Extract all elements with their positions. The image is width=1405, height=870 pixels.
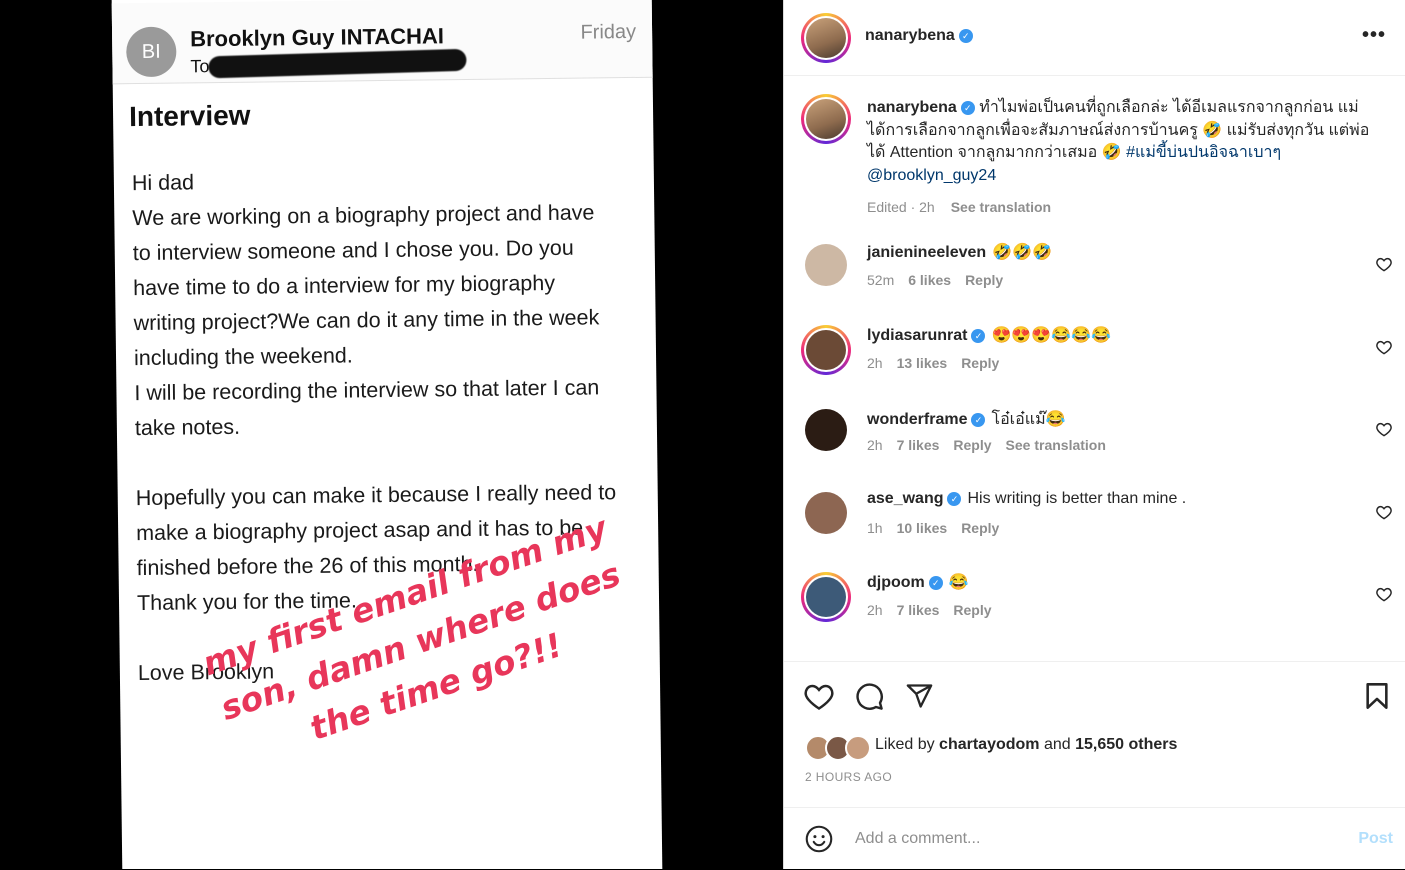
comment-time: 2h [867,437,883,453]
reply-button[interactable]: Reply [953,437,991,453]
commenter-avatar[interactable] [801,572,851,622]
comment-item: janienineeleven 🤣🤣🤣 52m 6 likes Reply [784,242,1405,312]
like-heart-icon[interactable] [804,682,834,710]
comment-meta: 2h 7 likes Reply [867,602,1006,618]
caption-username[interactable]: nanarybena [867,99,957,116]
see-translation-link[interactable]: See translation [1006,437,1106,453]
caption-edited-time: Edited · 2h [867,199,935,215]
comment-likes[interactable]: 13 likes [897,355,948,371]
email-header: BI Brooklyn Guy INTACHAI To: Friday [111,0,653,85]
comment-likes[interactable]: 6 likes [908,272,951,288]
comment-time: 1h [867,520,883,536]
verified-icon: ✓ [971,328,986,343]
post-caption: nanarybena ✓ ทำไมพ่อเป็นคนที่ถูกเลือกล่ะ … [867,97,1382,219]
comment-icon[interactable] [855,682,884,711]
like-comment-heart-icon[interactable] [1376,504,1392,520]
author-avatar[interactable] [801,13,851,63]
caption-hashtag[interactable]: #แม่ขี้บ่นปนอิจฉาเบาๆ [1126,144,1281,161]
reply-button[interactable]: Reply [961,520,999,536]
verified-icon: ✓ [960,100,975,115]
caption-mention[interactable]: @brooklyn_guy24 [867,167,996,184]
email-date: Friday [580,20,637,44]
commenter-avatar[interactable] [801,325,851,375]
sender-avatar: BI [125,26,177,78]
comment-text: โอ๋เอ๋แม๊😂 [991,411,1066,428]
email-body-line: writing project?We can do it any time in… [133,305,600,336]
comment-item: lydiasarunrat ✓ 😍😍😍😂😂😂 2h 13 likes Reply [784,325,1405,395]
comment-meta: 2h 13 likes Reply [867,355,1013,371]
comment-item: djpoom ✓ 😂 2h 7 likes Reply [784,572,1405,642]
verified-icon: ✓ [928,575,943,590]
caption-avatar[interactable] [801,94,851,144]
like-comment-heart-icon[interactable] [1376,256,1392,272]
verified-icon: ✓ [971,412,986,427]
see-translation-link[interactable]: See translation [951,199,1051,215]
comment-text-line: janienineeleven 🤣🤣🤣 [867,242,1052,262]
email-subject: Interview [128,99,251,133]
comment-item: wonderframe ✓ โอ๋เอ๋แม๊😂 2h 7 likes Reply See … [784,407,1405,477]
sender-name: Brooklyn Guy INTACHAI [189,23,445,52]
more-options-icon[interactable]: ••• [1362,24,1386,47]
comment-likes[interactable]: 10 likes [897,520,948,536]
comment-meta: 2h 7 likes Reply See translation [867,437,1120,453]
verified-icon: ✓ [947,491,962,506]
share-send-icon[interactable] [905,682,934,710]
commenter-avatar[interactable] [805,244,847,286]
comment-text-line: wonderframe ✓ โอ๋เอ๋แม๊😂 [867,407,1066,432]
reply-button[interactable]: Reply [965,272,1003,288]
commenter-username[interactable]: wonderframe [867,411,967,428]
comment-meta: 52m 6 likes Reply [867,272,1017,288]
comment-likes[interactable]: 7 likes [897,437,940,453]
liker-username[interactable]: chartayodom [939,736,1039,753]
like-comment-heart-icon[interactable] [1376,339,1392,355]
add-comment-bar: Add a comment... Post [784,807,1405,870]
commenter-username[interactable]: lydiasarunrat [867,327,967,344]
redaction-scribble [208,48,467,79]
comment-text: His writing is better than mine . [967,490,1187,507]
reply-button[interactable]: Reply [953,602,991,618]
post-sidebar: nanarybena ✓ ••• nanarybena ✓ ทำไมพ่อเป็นค… [783,0,1405,869]
comment-text-line: ase_wang ✓ His writing is better than mine… [867,490,1186,508]
liker-avatar[interactable] [845,735,871,761]
comment-item: ase_wang ✓ His writing is better than mine… [784,490,1405,560]
comment-likes[interactable]: 7 likes [897,602,940,618]
comment-text-line: lydiasarunrat ✓ 😍😍😍😂😂😂 [867,325,1111,345]
like-comment-heart-icon[interactable] [1376,586,1392,602]
like-comment-heart-icon[interactable] [1376,421,1392,437]
comment-text-line: djpoom ✓ 😂 [867,572,969,592]
author-username[interactable]: nanarybena ✓ [865,27,973,45]
email-body-line: I will be recording the interview so tha… [134,375,600,406]
comment-text: 😂 [948,574,969,591]
post-time: 2 HOURS AGO [805,770,893,784]
commenter-username[interactable]: ase_wang [867,490,943,507]
reply-button[interactable]: Reply [961,355,999,371]
comment-input[interactable]: Add a comment... [855,830,980,848]
commenter-username[interactable]: janienineeleven [867,244,986,261]
caption-meta: Edited · 2h See translation [867,196,1382,219]
comment-text: 😍😍😍😂😂😂 [991,327,1112,344]
email-body-line: to interview someone and I chose you. Do… [132,235,574,266]
comment-meta: 1h 10 likes Reply [867,520,1013,536]
commenter-username[interactable]: djpoom [867,574,925,591]
verified-icon: ✓ [958,28,973,43]
email-screenshot: BI Brooklyn Guy INTACHAI To: Friday Inte… [111,0,663,869]
post-actions: Liked by chartayodom and 15,650 others 2… [784,661,1405,808]
comment-time: 2h [867,355,883,371]
comment-time: 52m [867,272,895,288]
commenter-avatar[interactable] [805,409,847,451]
post-comment-button[interactable]: Post [1358,830,1393,848]
emoji-picker-icon[interactable] [805,825,833,853]
comment-time: 2h [867,602,883,618]
comment-text: 🤣🤣🤣 [992,244,1052,261]
likes-summary[interactable]: Liked by chartayodom and 15,650 others [875,736,1177,754]
likes-others[interactable]: 15,650 others [1075,736,1177,753]
story-image-panel: BI Brooklyn Guy INTACHAI To: Friday Inte… [0,0,783,869]
post-header: nanarybena ✓ ••• [784,0,1405,76]
save-bookmark-icon[interactable] [1365,682,1389,710]
commenter-avatar[interactable] [805,492,847,534]
